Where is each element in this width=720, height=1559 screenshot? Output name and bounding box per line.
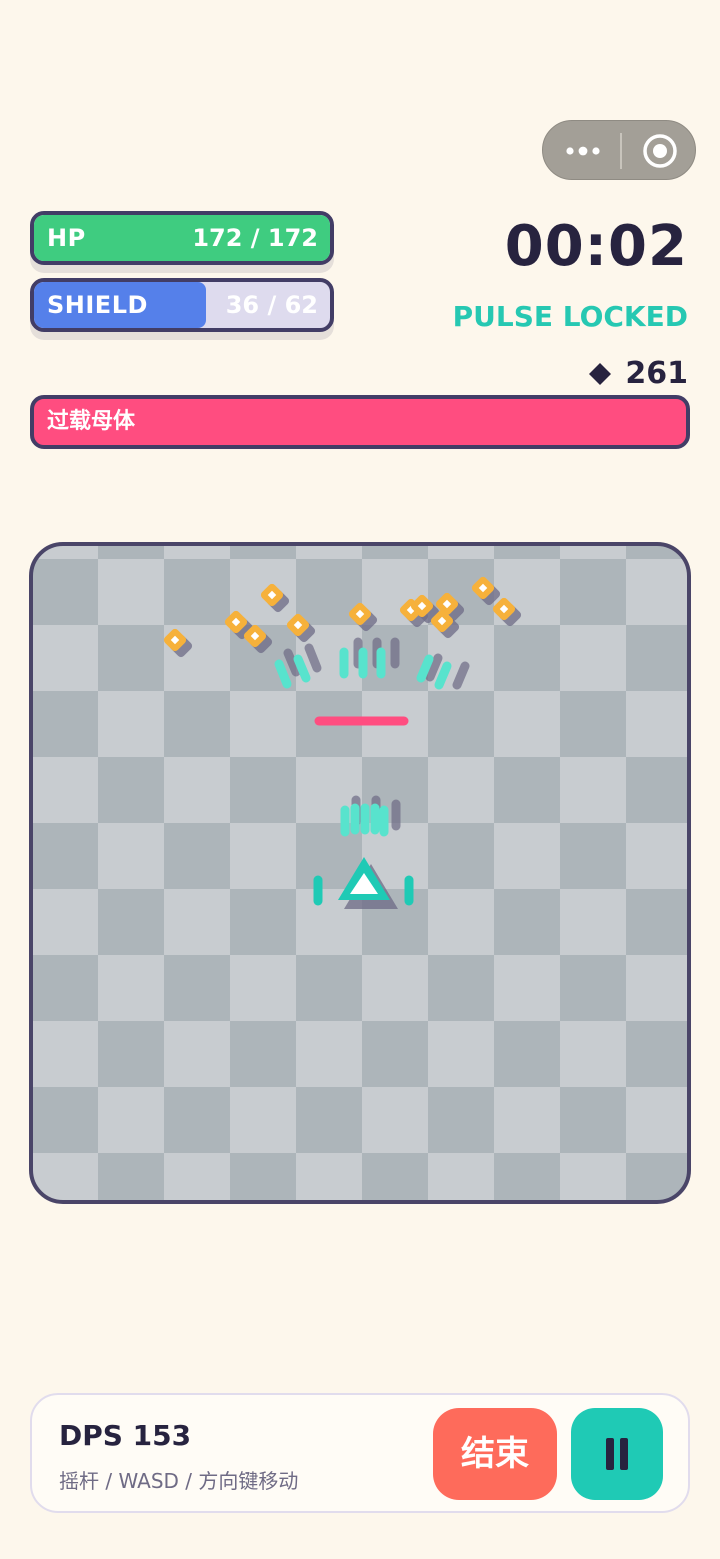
orange-diamond-enemy-icon — [260, 583, 290, 613]
orange-diamond-enemy-icon — [348, 602, 378, 632]
status-text: PULSE LOCKED — [452, 300, 688, 333]
boss-health-bar: 过载母体 — [30, 395, 690, 449]
gem-counter: 261 — [589, 356, 688, 391]
capsule-divider — [620, 133, 622, 169]
shield-bar: SHIELD 36 / 62 — [30, 278, 334, 332]
menu-capsule — [542, 120, 696, 180]
shield-label: SHIELD — [47, 291, 148, 319]
game-arena[interactable] — [29, 542, 691, 1204]
target-circle-icon[interactable] — [641, 132, 679, 170]
bottom-panel: DPS 153 摇杆 / WASD / 方向键移动 结束 — [30, 1393, 690, 1513]
enemy-swarm — [163, 576, 522, 658]
orange-diamond-enemy-icon — [286, 613, 316, 643]
orange-diamond-enemy-icon — [471, 576, 501, 606]
pause-button[interactable] — [571, 1408, 663, 1500]
pause-icon-bar — [620, 1438, 628, 1470]
boss-name: 过载母体 — [47, 409, 136, 434]
timer: 00:02 — [504, 214, 688, 279]
orange-diamond-enemy-icon — [492, 597, 522, 627]
dps-readout: DPS 153 — [59, 1419, 192, 1452]
more-dots-icon[interactable] — [563, 139, 603, 163]
gem-count: 261 — [625, 356, 688, 391]
pause-icon — [606, 1438, 614, 1470]
hp-bar: HP 172 / 172 — [30, 211, 334, 265]
projectiles — [274, 637, 470, 837]
shield-value: 36 / 62 — [225, 291, 318, 319]
arena-canvas — [163, 576, 522, 909]
orange-diamond-enemy-icon — [163, 628, 193, 658]
triangle-ship-icon — [313, 857, 414, 909]
end-button[interactable]: 结束 — [433, 1408, 557, 1500]
hp-value: 172 / 172 — [192, 224, 318, 252]
controls-hint: 摇杆 / WASD / 方向键移动 — [59, 1469, 299, 1493]
hp-label: HP — [47, 224, 86, 252]
diamond-icon — [589, 362, 612, 385]
